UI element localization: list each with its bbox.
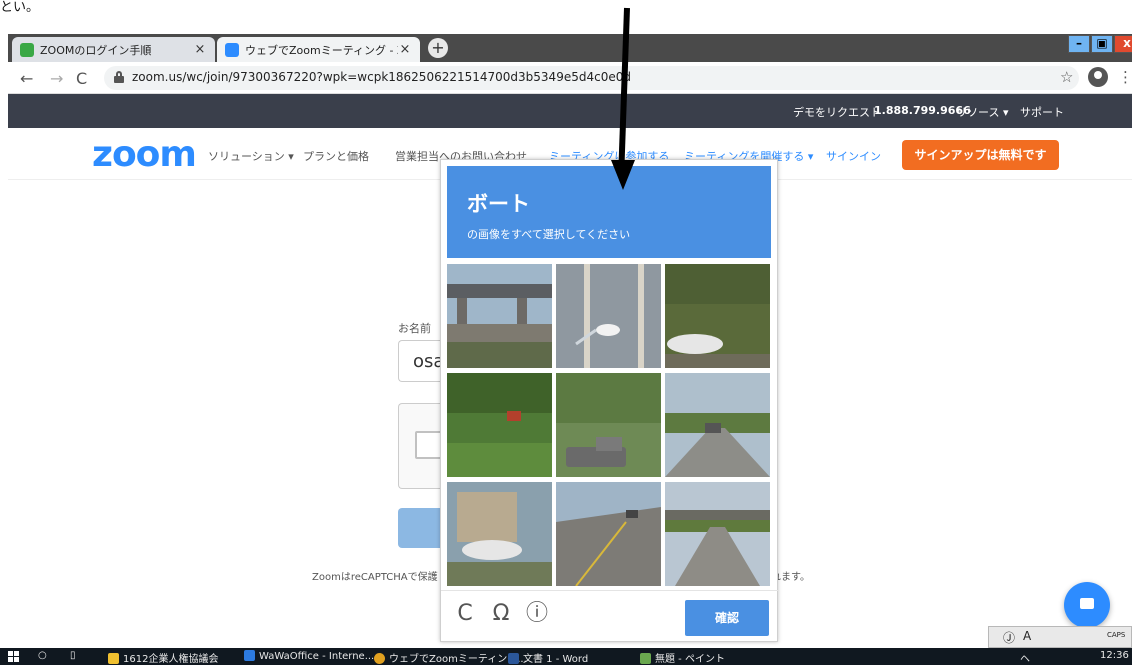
zoom-logo[interactable]: zoom: [92, 134, 197, 175]
reload-icon[interactable]: C: [453, 602, 477, 626]
captcha-tile-4[interactable]: [447, 373, 552, 477]
request-demo-link[interactable]: デモをリクエスト: [793, 104, 881, 120]
info-icon[interactable]: ⓘ: [525, 602, 549, 626]
annotation-arrow-head: [611, 160, 635, 190]
new-tab-button[interactable]: +: [428, 38, 448, 58]
browser-tab-bar: ZOOMのログイン手順 × ウェブでZoomミーティング - Zoom × + …: [8, 34, 1132, 62]
windows-start-icon[interactable]: [8, 651, 19, 662]
captcha-tile-5[interactable]: [556, 373, 661, 477]
captcha-challenge: ボート の画像をすべて選択してください C Ω ⓘ 確認: [440, 159, 779, 642]
headphones-icon[interactable]: Ω: [489, 602, 513, 626]
captcha-keyword: ボート: [467, 192, 530, 216]
paint-icon: [640, 653, 651, 664]
tray-chevron-icon[interactable]: ヘ: [1020, 650, 1030, 665]
recaptcha-checkbox[interactable]: [415, 431, 443, 459]
back-icon[interactable]: ←: [20, 69, 33, 88]
tab-title: ZOOMのログイン手順: [40, 43, 152, 57]
zoom-icon: [225, 42, 239, 57]
taskbar-item-4[interactable]: 文書 1 - Word: [508, 650, 588, 665]
bookmark-star-icon[interactable]: ☆: [1060, 68, 1073, 86]
captcha-tile-2[interactable]: [556, 264, 661, 368]
maximize-button[interactable]: ▣: [1091, 35, 1113, 53]
ime-toolbar: Ⓙ A CAPS: [988, 626, 1132, 648]
window-close-button[interactable]: x: [1114, 35, 1132, 53]
close-icon[interactable]: ×: [398, 42, 412, 57]
tab-zoom-meeting[interactable]: ウェブでZoomミーティング - Zoom ×: [217, 37, 420, 62]
url-text: zoom.us/wc/join/97300367220?wpk=wcpk1862…: [132, 70, 631, 84]
captcha-tile-9[interactable]: [665, 482, 770, 586]
captcha-footer: C Ω ⓘ 確認: [441, 590, 779, 642]
captcha-tile-3[interactable]: [665, 264, 770, 368]
captcha-instruction: の画像をすべて選択してください: [467, 228, 631, 241]
captcha-tile-6[interactable]: [665, 373, 770, 477]
close-icon[interactable]: ×: [193, 42, 207, 57]
nav-signin[interactable]: サインイン: [826, 148, 881, 164]
zoom-utility-bar: デモをリクエスト 1.888.799.9666 リソース ▾ サポート: [8, 94, 1132, 128]
task-view-icon[interactable]: ▯: [70, 650, 76, 661]
captcha-tile-8[interactable]: [556, 482, 661, 586]
forward-icon[interactable]: →: [50, 69, 63, 88]
address-bar: ← → C zoom.us/wc/join/97300367220?wpk=wc…: [8, 62, 1132, 94]
page-icon: [20, 42, 34, 57]
captcha-tile-7[interactable]: [447, 482, 552, 586]
profile-icon[interactable]: [1088, 67, 1108, 87]
tab-zoom-login-guide[interactable]: ZOOMのログイン手順 ×: [12, 37, 215, 62]
name-label: お名前: [398, 322, 431, 335]
taskbar-item-5[interactable]: 無題 - ペイント: [640, 650, 725, 665]
nav-plans[interactable]: プランと価格: [303, 148, 369, 164]
taskbar-item-2[interactable]: WaWaOffice - Interne...: [244, 650, 374, 662]
ie-icon: [244, 650, 255, 661]
chat-bubble-icon[interactable]: [1064, 582, 1110, 628]
captcha-tile-1[interactable]: [447, 264, 552, 368]
captcha-image-grid: [447, 264, 771, 586]
support-link[interactable]: サポート: [1020, 104, 1064, 120]
verify-button[interactable]: 確認: [685, 600, 769, 636]
caption-text: とい。: [0, 0, 40, 15]
taskbar-item-1[interactable]: 1612企業人権協議会: [108, 650, 218, 665]
ime-input-mode[interactable]: A: [1023, 629, 1031, 643]
recaptcha-notice: ZoomはreCAPTCHAで保護: [312, 572, 438, 583]
taskbar-item-3[interactable]: ウェブでZoomミーティング...: [374, 650, 527, 665]
signup-button[interactable]: サインアップは無料です: [902, 140, 1059, 170]
word-icon: [508, 653, 519, 664]
captcha-header: ボート の画像をすべて選択してください: [447, 166, 771, 258]
cropped-caption: とい。: [0, 0, 1132, 34]
windows-taskbar: ○ ▯ 1612企業人権協議会 WaWaOffice - Interne... …: [0, 648, 1132, 665]
lock-icon: [114, 71, 124, 83]
caps-indicator: CAPS: [1107, 631, 1126, 639]
nav-solutions[interactable]: ソリューション ▾: [208, 148, 294, 164]
clock[interactable]: 12:36: [1100, 650, 1129, 661]
minimize-button[interactable]: –: [1068, 35, 1090, 53]
tab-title: ウェブでZoomミーティング - Zoom: [245, 43, 398, 57]
resources-menu[interactable]: リソース ▾: [956, 104, 1008, 120]
menu-icon[interactable]: ⋮: [1118, 68, 1132, 86]
reload-icon[interactable]: C: [76, 69, 87, 88]
search-icon[interactable]: ○: [38, 650, 47, 661]
ime-mode-icon[interactable]: Ⓙ: [1003, 629, 1015, 646]
folder-icon: [108, 653, 119, 664]
chrome-icon: [374, 653, 385, 664]
url-field[interactable]: zoom.us/wc/join/97300367220?wpk=wcpk1862…: [104, 66, 1079, 90]
